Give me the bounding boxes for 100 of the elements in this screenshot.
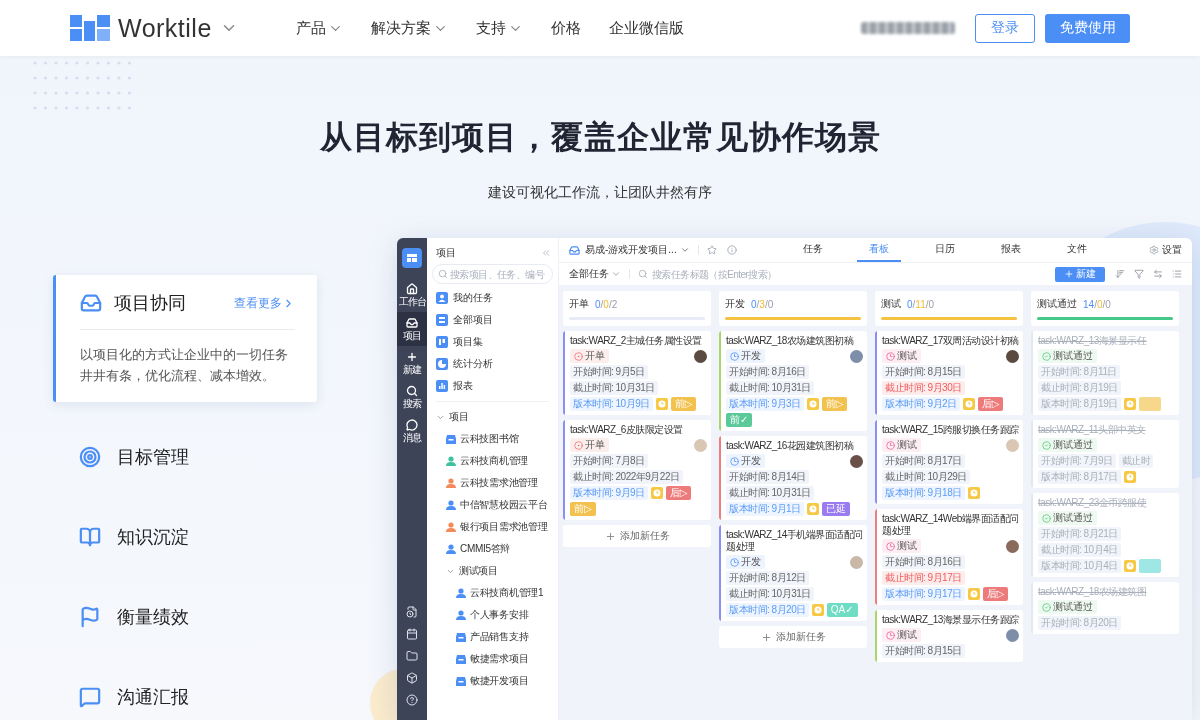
feature-item[interactable]: 沟通汇报 bbox=[53, 657, 317, 720]
chat-icon bbox=[406, 419, 418, 431]
date-chip: 开始时间: 8月20日 bbox=[1038, 616, 1121, 630]
task-card[interactable]: task:WARZ_23金币跨服使 测试通过 开始时间: 8月21日 截止时间: 10月4日 版本时间: 10月4日 bbox=[1031, 493, 1179, 577]
sort-icon[interactable] bbox=[1115, 269, 1125, 279]
feature-item[interactable]: 知识沉淀 bbox=[53, 497, 317, 577]
rail-item[interactable]: 消息 bbox=[397, 414, 427, 448]
task-filter-dropdown[interactable]: 全部任务 bbox=[569, 267, 609, 281]
task-card[interactable]: task:WARZ_6皮肤限定设置 开单 开始时间: 7月8日 截止时间: 2022年9月22日 版本时间: 9月9日 后▷ 前▷ bbox=[563, 420, 711, 520]
task-search-field[interactable]: 搜索任务标题（按Enter搜索） bbox=[638, 268, 838, 280]
pie-chart-icon bbox=[436, 358, 448, 370]
project-item[interactable]: 敏捷开发项目 bbox=[432, 670, 553, 692]
sidebar-item[interactable]: 报表 bbox=[432, 375, 553, 397]
clock-icon bbox=[655, 398, 668, 410]
project-switcher[interactable]: 易成-游戏开发项目... bbox=[585, 243, 677, 257]
list-icon[interactable] bbox=[1172, 269, 1182, 279]
rail-item[interactable]: 工作台 bbox=[397, 278, 427, 312]
project-item[interactable]: 银行项目需求池管理 bbox=[432, 516, 553, 538]
project-item[interactable]: CMMI5答辩 bbox=[432, 538, 553, 560]
status-chip[interactable]: 开发 bbox=[726, 454, 765, 468]
status-chip[interactable]: 测试 bbox=[882, 349, 921, 363]
nav-link[interactable]: 企业微信版 bbox=[609, 18, 684, 38]
app-logo-icon[interactable] bbox=[402, 248, 422, 268]
status-chip[interactable]: 测试通过 bbox=[1038, 349, 1097, 363]
status-chip[interactable]: 开单 bbox=[570, 438, 609, 452]
task-card[interactable]: task:WARZ_11头部中英文 测试通过 开始时间: 7月9日 截止时 版本时间: 8月17日 bbox=[1031, 420, 1179, 488]
add-task-button[interactable]: 添加新任务 bbox=[563, 525, 711, 547]
project-item[interactable]: 个人事务安排 bbox=[432, 604, 553, 626]
date-chip: 开始时间: 7月8日 bbox=[570, 454, 648, 468]
status-chip[interactable]: 测试通过 bbox=[1038, 511, 1097, 525]
feature-item[interactable]: 目标管理 bbox=[53, 417, 317, 497]
add-task-button[interactable]: 添加新任务 bbox=[719, 626, 867, 648]
swap-icon[interactable] bbox=[1153, 269, 1163, 279]
clock-icon bbox=[730, 351, 739, 361]
project-item[interactable]: 云科技图书馆 bbox=[432, 428, 553, 450]
calendar-icon[interactable] bbox=[406, 628, 418, 640]
task-card[interactable]: task:WARZ_15跨服切换任务跟踪 测试 开始时间: 8月17日 截止时间: 10月29日 版本时间: 9月18日 bbox=[875, 420, 1023, 504]
view-tab[interactable]: 日历 bbox=[923, 238, 967, 262]
project-item[interactable]: 云科技商机管理 bbox=[432, 450, 553, 472]
status-chip[interactable]: 测试 bbox=[882, 628, 921, 642]
tree-group[interactable]: 项目 bbox=[432, 406, 553, 428]
project-item[interactable]: 中信智慧校园云平台 bbox=[432, 494, 553, 516]
sidebar-item[interactable]: 项目集 bbox=[432, 331, 553, 353]
nav-link[interactable]: 解决方案 bbox=[371, 18, 448, 38]
task-card[interactable]: task:WARZ_17双周活动设计初稿 测试 开始时间: 8月15日 截止时间: 9月30日 版本时间: 9月2日 后▷ bbox=[875, 331, 1023, 415]
project-item[interactable]: 云科技商机管理1 bbox=[432, 582, 553, 604]
help-icon[interactable] bbox=[406, 694, 418, 706]
task-card[interactable]: task:WARZ_14Web端界面适配问题处理 测试 开始时间: 8月16日 截止时间: 9月17日 版本时间: 9月17日 后▷ bbox=[875, 509, 1023, 605]
star-icon[interactable] bbox=[706, 245, 717, 255]
project-item[interactable]: 敏捷需求项目 bbox=[432, 648, 553, 670]
settings-icon[interactable] bbox=[1149, 245, 1159, 255]
task-card[interactable]: task:WARZ_18农场建筑图 测试通过 开始时间: 8月20日 bbox=[1031, 582, 1179, 634]
clock-icon bbox=[967, 487, 980, 499]
file-clock-icon[interactable] bbox=[406, 606, 418, 618]
rail-item[interactable]: 项目 bbox=[397, 312, 427, 346]
task-card[interactable]: task:WARZ_18农场建筑图初稿 开发 开始时间: 8月16日 截止时间: 10月31日 版本时间: 9月3日 前▷ 前✓ bbox=[719, 331, 867, 431]
feature-item[interactable]: 衡量绩效 bbox=[53, 577, 317, 657]
feature-card[interactable]: 项目协同 查看更多 以项目化的方式让企业中的一切任务井井有条，优化流程、减本增效。 bbox=[53, 275, 317, 402]
sidebar-item[interactable]: 我的任务 bbox=[432, 287, 553, 309]
rail-item[interactable]: 新建 bbox=[397, 346, 427, 380]
rail-item[interactable]: 搜索 bbox=[397, 380, 427, 414]
cube-icon[interactable] bbox=[406, 672, 418, 684]
task-card[interactable]: task:WARZ_14手机端界面适配问题处理 开发 开始时间: 8月12日 截止时间: 10月31日 版本时间: 8月20日 QA✓ bbox=[719, 525, 867, 621]
task-card[interactable]: task:WARZ_2主城任务属性设置 开单 开始时间: 9月5日 截止时间: 10月31日 版本时间: 10月9日 前▷ bbox=[563, 331, 711, 415]
task-title: task:WARZ_13海景显示任 bbox=[1038, 335, 1148, 347]
collapse-icon[interactable] bbox=[541, 248, 551, 258]
task-card[interactable]: task:WARZ_13海景显示任 测试通过 开始时间: 8月11日 截止时间: 8月19日 版本时间: 8月19日 bbox=[1031, 331, 1179, 415]
status-chip[interactable]: 测试通过 bbox=[1038, 600, 1097, 614]
chevron-down-icon[interactable] bbox=[679, 245, 690, 255]
book-icon bbox=[79, 526, 101, 548]
status-chip[interactable]: 测试 bbox=[882, 539, 921, 553]
sidebar-item[interactable]: 全部项目 bbox=[432, 309, 553, 331]
nav-link[interactable]: 支持 bbox=[476, 18, 523, 38]
view-tab[interactable]: 文件 bbox=[1055, 238, 1099, 262]
sidebar-item[interactable]: 统计分析 bbox=[432, 353, 553, 375]
nav-link[interactable]: 价格 bbox=[551, 18, 581, 38]
avatar bbox=[850, 454, 863, 468]
project-item[interactable]: 产品销售支持 bbox=[432, 626, 553, 648]
column-title: 开单 bbox=[569, 297, 589, 311]
info-icon[interactable] bbox=[726, 245, 737, 255]
nav-link[interactable]: 产品 bbox=[296, 18, 343, 38]
view-tab[interactable]: 报表 bbox=[989, 238, 1033, 262]
task-card[interactable]: task:WARZ_13海景显示任务跟踪 测试 开始时间: 8月15日 bbox=[875, 610, 1023, 662]
tree-group[interactable]: 测试项目 bbox=[432, 560, 553, 582]
user-icon bbox=[436, 292, 448, 304]
status-chip[interactable]: 开发 bbox=[726, 555, 765, 569]
status-chip[interactable]: 开单 bbox=[570, 349, 609, 363]
filter-icon[interactable] bbox=[1134, 269, 1144, 279]
project-item[interactable]: 云科技需求池管理 bbox=[432, 472, 553, 494]
home-icon bbox=[406, 283, 418, 295]
settings-link[interactable]: 设置 bbox=[1162, 243, 1182, 257]
view-tab[interactable]: 任务 bbox=[791, 238, 835, 262]
plus-icon bbox=[604, 530, 616, 542]
task-title: task:WARZ_6皮肤限定设置 bbox=[570, 424, 684, 436]
check-circle-icon bbox=[1042, 513, 1051, 523]
chevron-down-icon[interactable] bbox=[611, 269, 621, 279]
status-chip[interactable]: 测试通过 bbox=[1038, 438, 1097, 452]
status-chip[interactable]: 测试 bbox=[882, 438, 921, 452]
task-card[interactable]: task:WARZ_16花园建筑图初稿 开发 开始时间: 8月14日 截止时间: 10月31日 版本时间: 9月1日 已延 bbox=[719, 436, 867, 520]
status-chip[interactable]: 开发 bbox=[726, 349, 765, 363]
